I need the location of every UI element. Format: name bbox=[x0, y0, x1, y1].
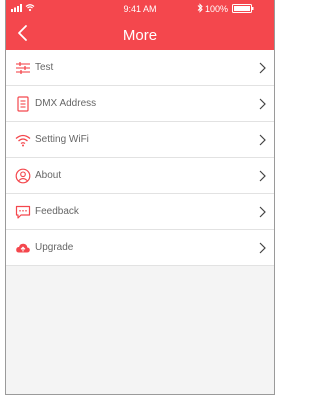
menu-item-label: Feedback bbox=[35, 206, 79, 217]
document-icon bbox=[17, 96, 29, 112]
chevron-right-icon bbox=[259, 62, 266, 74]
bluetooth-icon bbox=[197, 3, 203, 13]
menu-item-label: About bbox=[35, 170, 62, 181]
chat-bubble-icon bbox=[15, 205, 31, 219]
sliders-icon bbox=[16, 62, 30, 74]
header-bar: 9:41 AM 100% More bbox=[6, 0, 274, 50]
menu-item-label: Setting WiFi bbox=[35, 134, 89, 145]
user-circle-icon bbox=[15, 168, 31, 184]
wifi-icon bbox=[15, 134, 31, 147]
chevron-right-icon bbox=[259, 170, 266, 182]
chevron-right-icon bbox=[259, 134, 266, 146]
battery-percent: 100% bbox=[205, 4, 229, 14]
menu-item-feedback[interactable]: Feedback bbox=[6, 194, 274, 230]
chevron-right-icon bbox=[259, 242, 266, 254]
menu-item-setting-wifi[interactable]: Setting WiFi bbox=[6, 122, 274, 158]
menu-item-dmx-address[interactable]: DMX Address bbox=[6, 86, 274, 122]
menu-item-label: Upgrade bbox=[35, 242, 74, 253]
phone-frame: 9:41 AM 100% More Test DMX Address Setti… bbox=[5, 0, 275, 395]
menu-item-label: Test bbox=[35, 62, 54, 73]
page-title: More bbox=[122, 27, 158, 44]
chevron-right-icon bbox=[259, 98, 266, 110]
menu-item-about[interactable]: About bbox=[6, 158, 274, 194]
cloud-upload-icon bbox=[16, 243, 30, 253]
chevron-right-icon bbox=[259, 206, 266, 218]
battery-icon bbox=[232, 4, 254, 13]
menu-item-label: DMX Address bbox=[35, 98, 97, 109]
menu-item-upgrade[interactable]: Upgrade bbox=[6, 230, 274, 266]
status-bar: 9:41 AM 100% bbox=[6, 0, 274, 18]
menu-list: Test DMX Address Setting WiFi About Feed… bbox=[6, 50, 274, 266]
menu-item-test[interactable]: Test bbox=[6, 50, 274, 86]
